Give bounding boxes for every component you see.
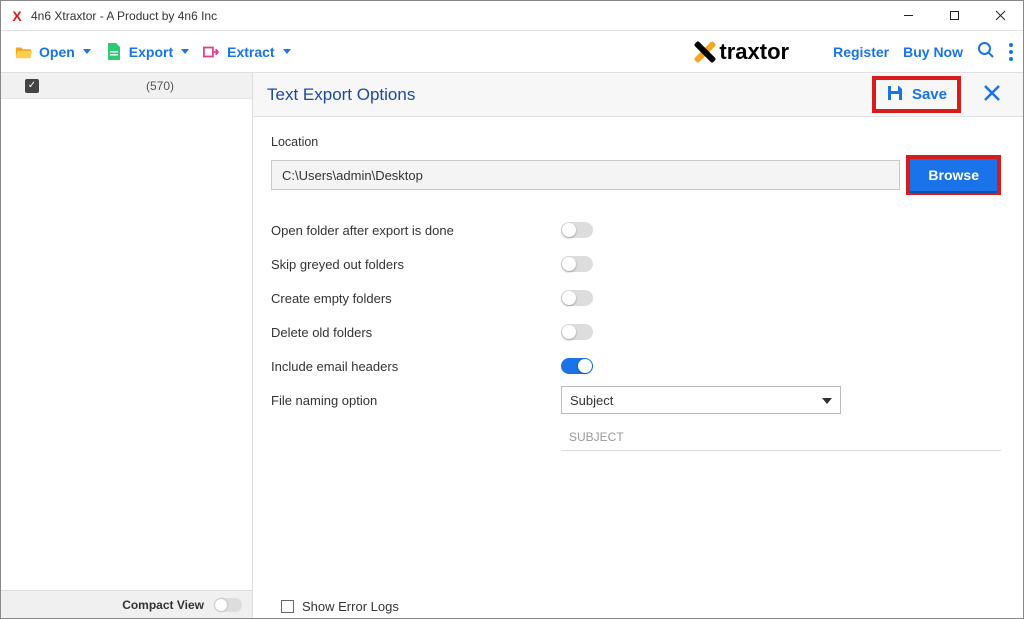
logo-x-icon	[691, 39, 717, 65]
option-include-headers-label: Include email headers	[271, 359, 561, 374]
app-icon: X	[9, 8, 25, 24]
minimize-button[interactable]	[885, 1, 931, 31]
search-button[interactable]	[977, 41, 995, 62]
maximize-button[interactable]	[931, 1, 977, 31]
option-create-empty-label: Create empty folders	[271, 291, 561, 306]
logo-text: traxtor	[719, 39, 789, 65]
option-file-naming-label: File naming option	[271, 393, 561, 408]
open-after-toggle[interactable]	[561, 222, 593, 238]
save-button[interactable]: Save	[872, 76, 961, 113]
panel-title: Text Export Options	[267, 85, 415, 105]
close-icon	[983, 84, 1001, 102]
file-export-icon	[105, 43, 123, 61]
delete-old-toggle[interactable]	[561, 324, 593, 340]
file-naming-value: Subject	[570, 393, 613, 408]
export-menu[interactable]: Export	[105, 43, 189, 61]
search-icon	[977, 41, 995, 59]
option-open-after-label: Open folder after export is done	[271, 223, 561, 238]
show-error-logs-row[interactable]: Show Error Logs	[281, 599, 399, 614]
export-label: Export	[129, 44, 173, 60]
more-vertical-icon	[1009, 43, 1013, 61]
file-naming-select[interactable]: Subject	[561, 386, 841, 414]
browse-button[interactable]: Browse	[910, 159, 997, 191]
panel-body: Location Browse Open folder after export…	[253, 117, 1023, 451]
register-link[interactable]: Register	[833, 44, 889, 60]
close-window-button[interactable]	[977, 1, 1023, 31]
extract-menu[interactable]: Extract	[203, 43, 290, 61]
tree-item[interactable]: ✓ (570)	[1, 73, 252, 99]
show-error-logs-checkbox[interactable]	[281, 600, 294, 613]
compact-view-bar: Compact View	[1, 590, 252, 618]
compact-view-label: Compact View	[122, 598, 204, 612]
close-panel-button[interactable]	[975, 82, 1009, 108]
create-empty-toggle[interactable]	[561, 290, 593, 306]
window-title: 4n6 Xtraxtor - A Product by 4n6 Inc	[31, 9, 217, 23]
window-controls	[885, 1, 1023, 31]
panel-header: Text Export Options Save	[253, 73, 1023, 117]
toolbar: Open Export Extract traxtor Register Buy…	[1, 31, 1023, 73]
main-panel: Text Export Options Save Location Browse	[253, 73, 1023, 618]
extract-icon	[203, 43, 221, 61]
open-label: Open	[39, 44, 75, 60]
app-logo: traxtor	[691, 39, 789, 65]
titlebar: X 4n6 Xtraxtor - A Product by 4n6 Inc	[1, 1, 1023, 31]
tree-item-count: (570)	[146, 79, 174, 93]
folder-open-icon	[15, 43, 33, 61]
extract-label: Extract	[227, 44, 274, 60]
include-headers-toggle[interactable]	[561, 358, 593, 374]
chevron-down-icon	[181, 49, 189, 54]
save-label: Save	[912, 86, 947, 103]
option-delete-old-label: Delete old folders	[271, 325, 561, 340]
show-error-logs-label: Show Error Logs	[302, 599, 399, 614]
open-menu[interactable]: Open	[15, 43, 91, 61]
location-input[interactable]	[271, 160, 900, 190]
file-naming-preview: SUBJECT	[561, 423, 1001, 451]
chevron-down-icon	[283, 49, 291, 54]
buy-now-link[interactable]: Buy Now	[903, 44, 963, 60]
more-menu[interactable]	[1009, 43, 1013, 61]
option-skip-greyed-label: Skip greyed out folders	[271, 257, 561, 272]
checkbox-checked-icon[interactable]: ✓	[25, 79, 39, 93]
save-icon	[886, 84, 904, 105]
compact-view-toggle[interactable]	[214, 598, 242, 612]
sidebar: ✓ (570) Compact View	[1, 73, 253, 618]
skip-greyed-toggle[interactable]	[561, 256, 593, 272]
chevron-down-icon	[822, 398, 832, 404]
location-label: Location	[271, 135, 1001, 149]
chevron-down-icon	[83, 49, 91, 54]
